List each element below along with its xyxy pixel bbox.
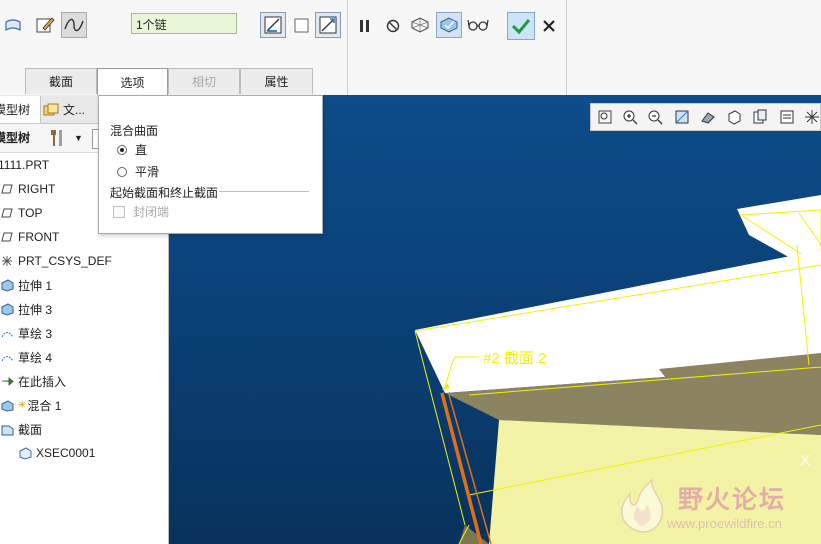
flip-direction-icon[interactable] [315, 12, 341, 38]
ok-checkmark-icon[interactable] [507, 12, 535, 40]
tree-item-right[interactable]: RIGHT [0, 178, 55, 200]
pause-icon[interactable] [354, 15, 376, 37]
view-toolbar [590, 103, 821, 131]
section-2-label[interactable]: #2 截面 2 [483, 347, 546, 368]
group-divider [219, 191, 309, 192]
view-manager-icon[interactable] [751, 108, 769, 126]
tree-item-top[interactable]: TOP [0, 202, 42, 224]
tree-item-insert-here[interactable]: 在此插入 [0, 370, 66, 392]
tab-properties[interactable]: 属性 [240, 68, 313, 94]
tree-item-csys[interactable]: PRT_CSYS_DEF [0, 250, 112, 272]
tab-sections[interactable]: 截面 [25, 68, 97, 94]
watermark-url: www.proewildfire.cn [667, 516, 782, 531]
tree-item-label: PRT_CSYS_DEF [18, 254, 112, 268]
tree-item-sketch-4[interactable]: 草绘 4 [0, 346, 52, 368]
insert-here-arrow-icon [0, 374, 14, 388]
tree-item-front[interactable]: FRONT [0, 226, 59, 248]
option-smooth[interactable]: 平滑 [117, 163, 159, 180]
new-feature-star-icon: ✳ [18, 399, 27, 411]
closed-ends-option: 封闭端 [113, 203, 169, 220]
saved-orientations-icon[interactable] [725, 108, 743, 126]
option-straight-label: 直 [135, 143, 148, 157]
model-tree-header: 模型树 [0, 131, 31, 145]
closed-ends-label: 封闭端 [133, 205, 170, 219]
tree-item-sketch-3[interactable]: 草绘 3 [0, 322, 52, 344]
tree-item-extrude-3[interactable]: 拉伸 3 [0, 298, 52, 320]
sketch-edit-icon[interactable] [34, 14, 56, 36]
tree-item-label: 拉伸 1 [18, 278, 53, 293]
tree-item-label: TOP [18, 206, 43, 220]
tab-tangency: 相切 [168, 68, 240, 94]
forum-watermark: 野火论坛 www.proewildfire.cn [610, 474, 821, 544]
section-folder-icon [0, 422, 14, 436]
folder-icon [42, 102, 60, 118]
section-icon[interactable] [2, 15, 24, 37]
xsec-icon [18, 446, 32, 460]
tree-item-part[interactable]: 1111.PRT [0, 154, 49, 176]
display-style-icon[interactable] [699, 108, 717, 126]
toolbar-divider [347, 0, 348, 95]
zoom-in-icon[interactable] [621, 108, 639, 126]
glasses-icon[interactable] [467, 14, 489, 36]
option-straight[interactable]: 直 [117, 141, 147, 158]
tab-folder-browser[interactable]: 文... [42, 96, 98, 123]
tab-model-tree[interactable]: 模型树 [0, 96, 41, 123]
tree-item-xsec[interactable]: XSEC0001 [18, 442, 95, 464]
tree-item-label: 草绘 4 [18, 350, 53, 365]
tree-item-label: FRONT [18, 230, 60, 244]
tree-item-sections[interactable]: 截面 [0, 418, 42, 440]
chevron-down-icon[interactable]: ▼ [74, 133, 83, 143]
tab-model-tree-label: 模型树 [0, 103, 31, 117]
tab-folder-label: 文... [63, 103, 86, 117]
spline-curve-icon[interactable] [61, 12, 87, 38]
tree-item-blend-1[interactable]: ✳ 混合 1 [0, 394, 61, 416]
extrude-icon [0, 278, 14, 292]
datum-plane-icon [0, 182, 14, 196]
toolbar-divider [566, 0, 567, 95]
zoom-out-icon[interactable] [646, 108, 664, 126]
start-end-sections-heading: 起始截面和终止截面 [110, 184, 222, 201]
datum-plane-icon [0, 206, 14, 220]
tree-item-label: XSEC0001 [36, 446, 96, 460]
options-panel: 混合曲面 直 平滑 起始截面和终止截面 封闭端 [98, 95, 323, 234]
corner-mark-label: X [800, 452, 811, 469]
closed-ends-checkbox [113, 205, 125, 218]
tree-item-label: 混合 1 [27, 398, 62, 413]
geometry-preview-icon[interactable] [409, 14, 431, 36]
option-smooth-label: 平滑 [135, 165, 160, 179]
checkbox-icon[interactable] [291, 14, 313, 36]
tree-item-label: 拉伸 3 [18, 302, 53, 317]
datum-plane-icon [0, 230, 14, 244]
refit-icon[interactable] [596, 108, 614, 126]
tree-item-label: 1111.PRT [0, 158, 50, 172]
verify-preview-icon[interactable] [436, 12, 462, 38]
blend-icon [0, 398, 14, 412]
radio-straight[interactable] [117, 144, 127, 155]
chain-collector-field[interactable]: 1个链 [131, 13, 237, 34]
tree-item-extrude-1[interactable]: 拉伸 1 [0, 274, 52, 296]
cancel-x-icon[interactable] [538, 15, 560, 37]
sketch-icon [0, 326, 14, 340]
watermark-title: 野火论坛 [678, 486, 787, 514]
tree-item-label: 草绘 3 [18, 326, 53, 341]
csys-icon [0, 254, 14, 268]
tree-item-label: 在此插入 [18, 374, 67, 389]
repaint-icon[interactable] [673, 108, 691, 126]
tab-options[interactable]: 选项 [97, 68, 168, 96]
tree-item-label: 截面 [18, 422, 43, 437]
radio-smooth[interactable] [117, 166, 127, 177]
sketch-plane-icon[interactable] [260, 12, 286, 38]
tree-item-label: RIGHT [18, 182, 56, 196]
no-preview-icon[interactable] [382, 15, 404, 37]
datum-display-icon[interactable] [803, 108, 821, 126]
sketch-icon [0, 350, 14, 364]
tools-hammer-icon[interactable] [48, 128, 68, 148]
layer-display-icon[interactable] [778, 108, 796, 126]
extrude-icon [0, 302, 14, 316]
blend-surface-heading: 混合曲面 [110, 124, 159, 138]
